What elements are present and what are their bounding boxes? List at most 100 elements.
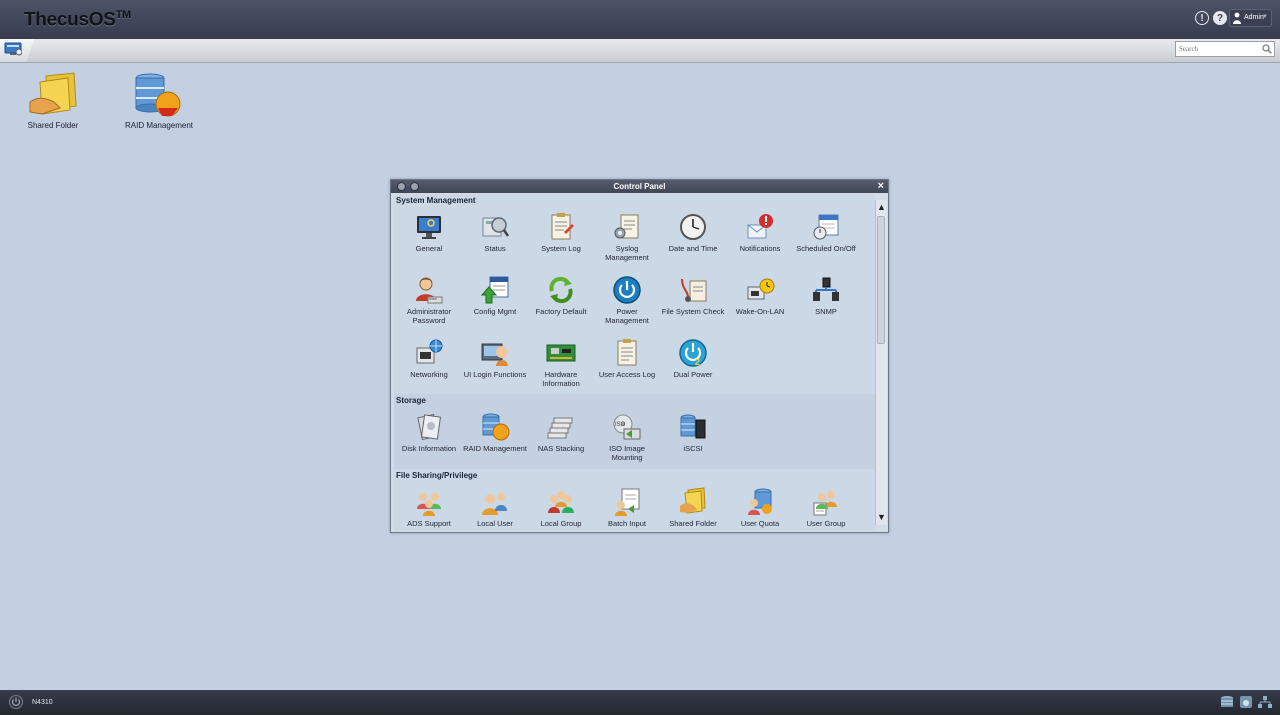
file-system-check-icon <box>681 278 707 302</box>
item-iso-image-mounting[interactable]: ISO ISO Image Mounting <box>594 412 660 462</box>
desktop-icon <box>4 42 22 56</box>
item-ui-login-functions[interactable]: UI Login Functions <box>462 338 528 379</box>
iso-mount-icon: ISO <box>613 414 641 440</box>
local-user-icon <box>482 493 507 515</box>
item-wake-on-lan[interactable]: Wake-On-LAN <box>727 275 793 316</box>
tab-desktop[interactable] <box>0 39 34 62</box>
power-management-icon <box>613 276 641 304</box>
notifications-icon <box>747 214 773 239</box>
disk-information-icon <box>417 413 442 441</box>
item-syslog-management[interactable]: Syslog Management <box>594 212 660 262</box>
network-tray-icon[interactable] <box>1258 695 1272 709</box>
batch-input-icon <box>615 488 640 516</box>
item-administrator-password[interactable]: **** Administrator Password <box>396 275 462 325</box>
section-file-sharing-privilege: File Sharing/Privilege ADS Support Local… <box>394 469 875 531</box>
item-local-group[interactable]: Local Group <box>528 487 594 528</box>
alert-icon[interactable]: ! <box>1195 11 1209 25</box>
help-icon[interactable]: ? <box>1213 11 1227 25</box>
item-iscsi[interactable]: iSCSI <box>660 412 726 453</box>
section-title: System Management <box>396 196 476 205</box>
item-status[interactable]: Status <box>462 212 528 253</box>
item-config-mgmt[interactable]: Config Mgmt <box>462 275 528 316</box>
top-header: ThecusOSTM ! ? Admin ▼ <box>0 0 1280 39</box>
section-storage: Storage Disk Information RAID Management <box>394 394 875 469</box>
window-title-bar[interactable]: Control Panel × <box>391 180 888 193</box>
ui-login-icon <box>481 343 508 366</box>
item-notifications[interactable]: Notifications <box>727 212 793 253</box>
device-model: N4310 <box>32 699 53 706</box>
item-user-group[interactable]: User Group <box>793 487 859 528</box>
item-shared-folder[interactable]: Shared Folder <box>660 487 726 528</box>
close-icon[interactable]: × <box>878 180 884 192</box>
user-menu-button[interactable]: Admin ▼ <box>1229 9 1272 27</box>
item-raid-management[interactable]: RAID Management <box>462 412 528 453</box>
user-access-log-icon <box>617 339 637 366</box>
iscsi-icon <box>680 414 706 439</box>
item-user-quota[interactable]: User Quota <box>727 487 793 528</box>
brand-logo: ThecusOSTM <box>24 9 131 31</box>
item-factory-default[interactable]: Factory Default <box>528 275 594 316</box>
item-networking[interactable]: Networking <box>396 338 462 379</box>
item-general[interactable]: General <box>396 212 462 253</box>
hardware-info-icon <box>546 344 576 362</box>
svg-text:ISO: ISO <box>615 422 626 428</box>
dual-power-icon: 2 <box>679 339 707 367</box>
svg-text:2: 2 <box>695 357 700 367</box>
chevron-down-icon: ▼ <box>1262 14 1268 20</box>
shortcut-label: RAID Management <box>124 121 194 130</box>
section-system-management: System Management General Status System … <box>394 194 875 394</box>
section-title: File Sharing/Privilege <box>396 471 478 480</box>
status-icon <box>482 217 510 237</box>
user-quota-icon <box>748 488 772 515</box>
storage-tray-icon[interactable] <box>1220 695 1234 709</box>
item-disk-information[interactable]: Disk Information <box>396 412 462 453</box>
item-user-access-log[interactable]: User Access Log <box>594 338 660 379</box>
syslog-management-icon <box>614 214 639 239</box>
item-date-and-time[interactable]: Date and Time <box>660 212 726 253</box>
item-file-system-check[interactable]: File System Check <box>660 275 726 316</box>
item-ads-support[interactable]: ADS Support <box>396 487 462 528</box>
item-hardware-information[interactable]: Hardware Information <box>528 338 594 388</box>
desktop-shortcut-raid-management[interactable]: RAID Management <box>114 72 204 130</box>
control-panel-window: Control Panel × System Management Genera… <box>390 179 889 533</box>
item-power-management[interactable]: Power Management <box>594 275 660 325</box>
user-icon <box>1233 12 1241 24</box>
snmp-icon <box>813 277 839 301</box>
admin-password-icon: **** <box>416 277 443 304</box>
wake-on-lan-icon <box>747 278 775 300</box>
search-input[interactable] <box>1175 41 1275 57</box>
item-system-log[interactable]: System Log <box>528 212 594 253</box>
item-dual-power[interactable]: 2 Dual Power <box>660 338 726 379</box>
backup-tray-icon[interactable] <box>1239 695 1253 709</box>
shared-folder-icon <box>29 72 77 115</box>
raid-management-icon <box>482 413 510 441</box>
shortcut-label: Shared Folder <box>27 121 79 130</box>
item-local-user[interactable]: Local User <box>462 487 528 528</box>
desktop-shortcut-shared-folder[interactable]: Shared Folder <box>8 72 98 130</box>
search-icon[interactable] <box>1262 44 1272 54</box>
scroll-up-icon[interactable]: ▲ <box>876 202 887 212</box>
item-nas-stacking[interactable]: NAS Stacking <box>528 412 594 453</box>
scroll-down-icon[interactable]: ▼ <box>876 512 887 522</box>
vertical-scrollbar[interactable]: ▲ ▼ <box>875 200 887 525</box>
raid-management-icon <box>135 73 181 117</box>
item-snmp[interactable]: SNMP <box>793 275 859 316</box>
item-batch-input[interactable]: Batch Input <box>594 487 660 528</box>
ads-support-icon <box>417 493 441 516</box>
tab-strip <box>0 39 1280 63</box>
scroll-thumb[interactable] <box>877 216 885 344</box>
factory-default-icon <box>549 276 573 304</box>
shared-folder-icon <box>680 487 706 514</box>
bottom-taskbar: N4310 <box>0 690 1280 715</box>
item-scheduled-onoff[interactable]: Scheduled On/Off <box>793 212 859 253</box>
svg-text:****: **** <box>429 298 437 304</box>
config-mgmt-icon <box>480 276 509 304</box>
general-monitor-icon <box>417 216 441 239</box>
scheduled-onoff-icon <box>813 214 839 240</box>
nas-stacking-icon <box>547 417 573 439</box>
power-icon[interactable] <box>9 695 23 709</box>
networking-icon <box>416 339 443 364</box>
section-title: Storage <box>396 396 426 405</box>
system-log-icon <box>551 213 574 240</box>
control-panel-content: System Management General Status System … <box>394 194 875 531</box>
